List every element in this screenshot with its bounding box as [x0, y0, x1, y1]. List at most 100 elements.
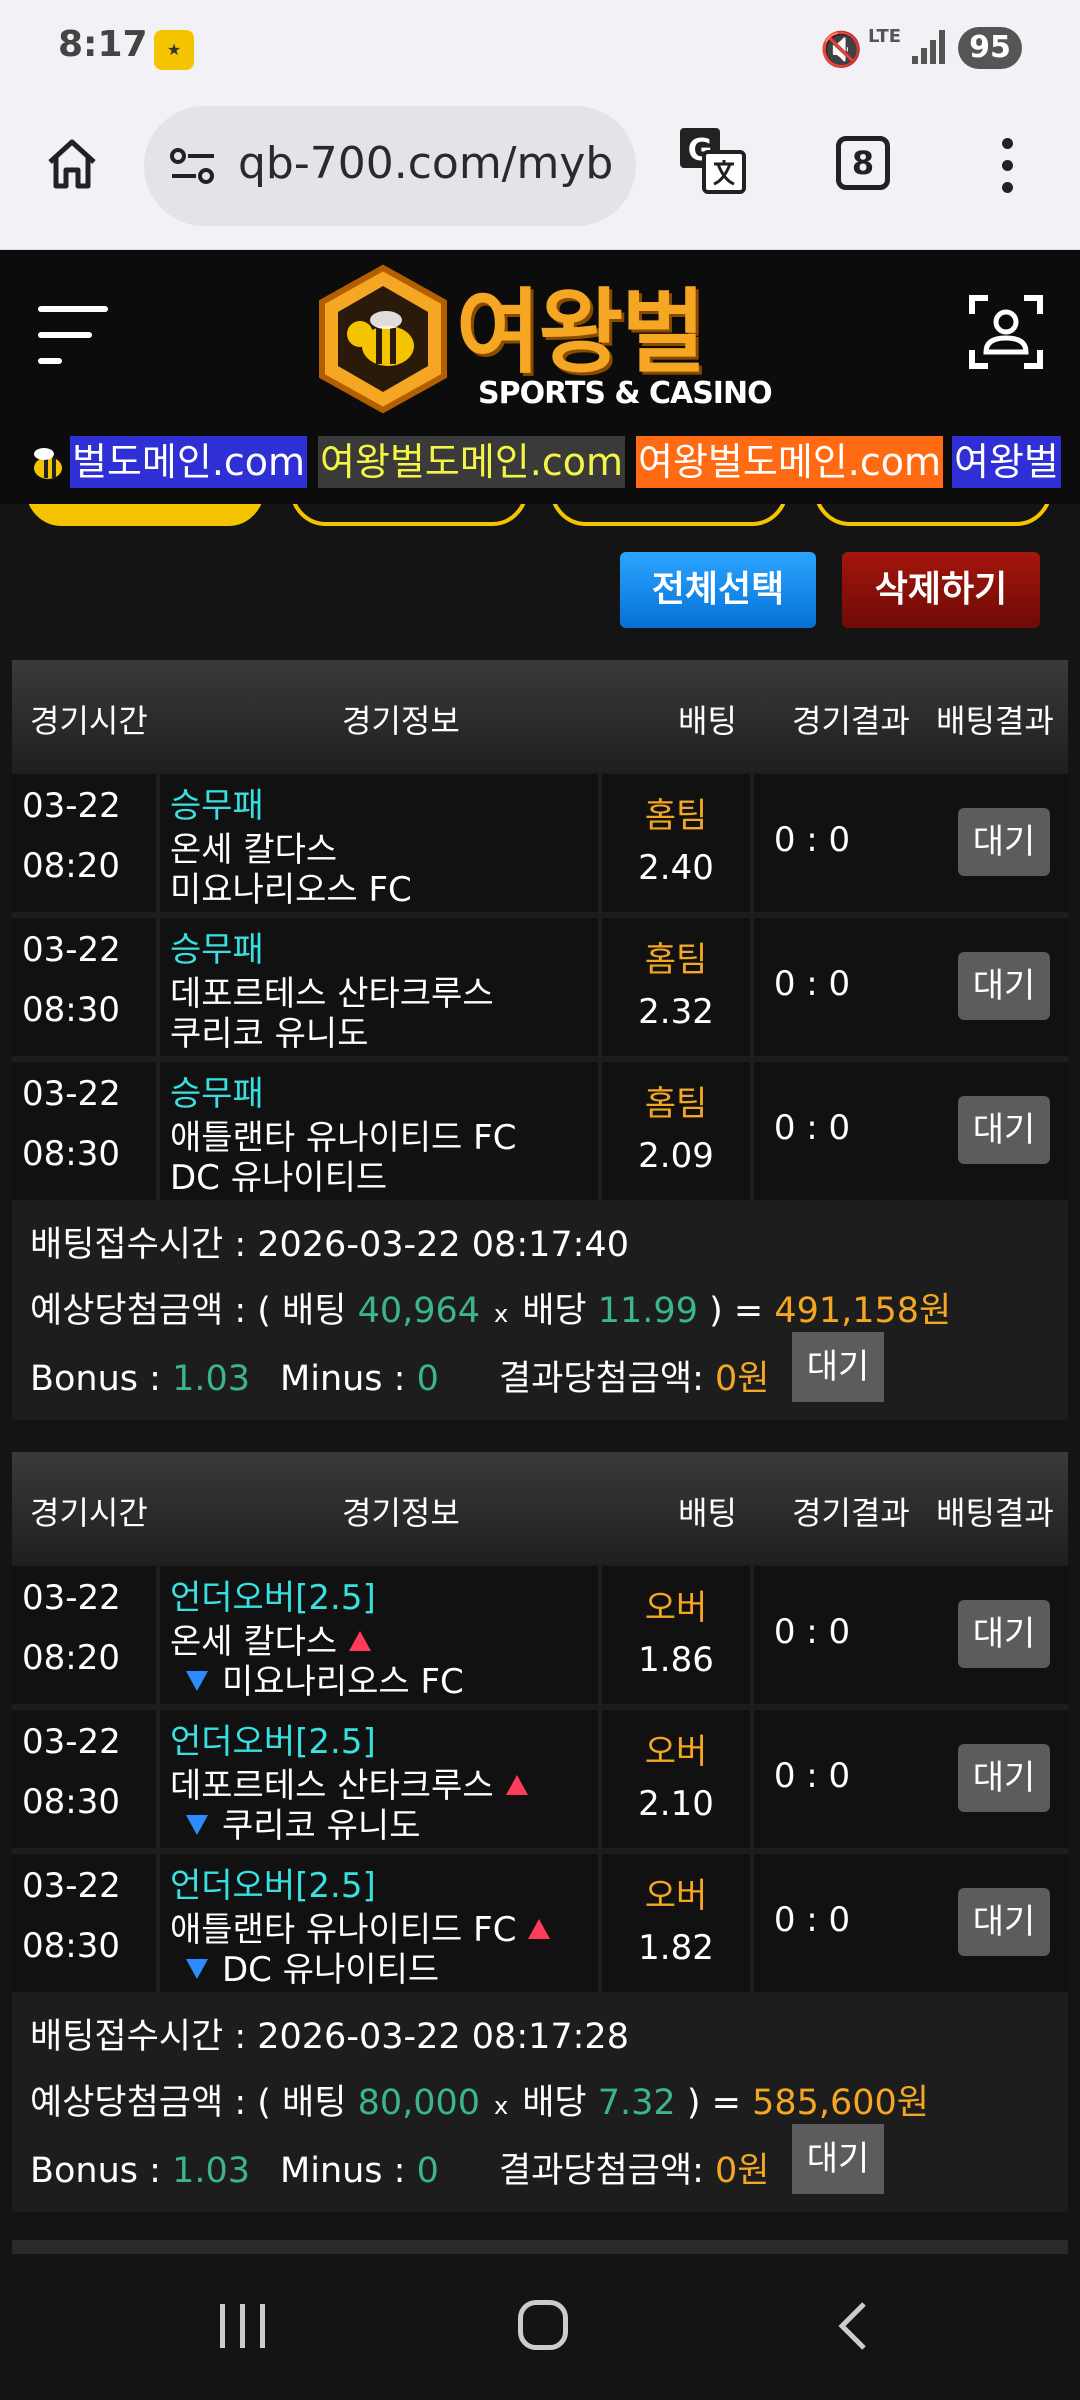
bet-table-header: 경기시간 경기정보 배팅 경기결과 배팅결과	[12, 660, 1068, 772]
away-team-line: 쿠리코 유니도	[160, 1798, 421, 1847]
header-game-result: 경기결과	[792, 702, 910, 740]
away-team: DC 유나이티드	[222, 1950, 440, 1990]
status-time: 8:17	[58, 24, 148, 65]
away-team: 쿠리코 유니도	[170, 1014, 369, 1054]
bet-type: 승무패	[170, 930, 264, 970]
match-date: 03-22	[22, 1074, 121, 1114]
bet-type: 언더오버[2.5]	[170, 1722, 376, 1762]
bonus-line: Bonus : 1.03 Minus : 0 결과당첨금액: 0원	[30, 1359, 770, 1399]
category-tabs	[0, 504, 1080, 528]
bet-summary: 배팅접수시간 : 2026-03-22 08:17:28 예상당첨금액 : ( …	[12, 1994, 1068, 2212]
site-logo[interactable]: 여왕벌 SPORTS & CASINO	[316, 258, 773, 418]
header-bet: 배팅	[678, 1494, 737, 1532]
bet-received-time: 배팅접수시간 : 2026-03-22 08:17:28	[30, 2017, 629, 2057]
header-time: 경기시간	[30, 1494, 148, 1532]
table-row: 03-22 08:30 언더오버[2.5] 데포르테스 산타크루스 쿠리코 유니도 오…	[12, 1710, 1068, 1854]
match-date: 03-22	[22, 930, 121, 970]
over-up-icon	[528, 1919, 551, 1939]
bet-card-2: 경기시간 경기정보 배팅 경기결과 배팅결과 03-22 08:20 언더오버[2…	[12, 1452, 1068, 2212]
bet-odds: 1.86	[638, 1640, 714, 1680]
marquee-item-4[interactable]: 여왕벌	[952, 436, 1061, 488]
home-icon[interactable]	[42, 134, 102, 194]
select-all-button[interactable]: 전체선택	[620, 552, 816, 628]
summary-status-button[interactable]: 대기	[792, 1332, 884, 1402]
translate-icon[interactable]: G	[676, 124, 748, 196]
match-time: 08:20	[22, 1638, 120, 1678]
bonus-line: Bonus : 1.03 Minus : 0 결과당첨금액: 0원	[30, 2151, 770, 2191]
battery-indicator: 95	[958, 27, 1022, 69]
bet-card-1: 경기시간 경기정보 배팅 경기결과 배팅결과 03-22 08:20 승무패 온세 …	[12, 660, 1068, 1420]
under-down-icon	[186, 1671, 208, 1691]
next-bet-card-edge	[12, 2240, 1068, 2254]
match-date: 03-22	[22, 1866, 121, 1906]
bet-summary: 배팅접수시간 : 2026-03-22 08:17:40 예상당첨금액 : ( …	[12, 1202, 1068, 1420]
browser-toolbar: qb-700.com/myb G 8	[0, 98, 1080, 250]
bet-status-button[interactable]: 대기	[958, 808, 1050, 876]
signal-icon	[912, 30, 946, 64]
over-up-icon	[349, 1631, 372, 1651]
bet-type: 언더오버[2.5]	[170, 1578, 376, 1618]
logo-subtitle: SPORTS & CASINO	[478, 376, 773, 411]
lte-label: LTE	[868, 26, 902, 47]
bet-pick: 홈팀	[644, 1084, 708, 1124]
user-profile-icon[interactable]	[968, 294, 1044, 370]
bet-received-time: 배팅접수시간 : 2026-03-22 08:17:40	[30, 1225, 629, 1265]
delete-button[interactable]: 삭제하기	[842, 552, 1040, 628]
tab-3[interactable]	[550, 504, 788, 526]
bet-pick: 오버	[644, 1876, 708, 1916]
tab-2[interactable]	[290, 504, 528, 526]
game-score: 0 : 0	[773, 820, 851, 860]
match-date: 03-22	[22, 786, 121, 826]
bet-type: 승무패	[170, 786, 264, 826]
bet-odds: 2.32	[638, 992, 714, 1032]
marquee-item-2[interactable]: 여왕벌도메인.com	[318, 436, 625, 488]
expected-payout: 예상당첨금액 : ( 배팅 80,000 x 배당 7.32 ) = 585,600…	[30, 2083, 929, 2123]
bee-logo-icon	[319, 264, 447, 414]
bet-status-button[interactable]: 대기	[958, 1888, 1050, 1956]
site-settings-icon[interactable]	[168, 146, 218, 186]
header-time: 경기시간	[30, 702, 148, 740]
game-score: 0 : 0	[773, 1756, 851, 1796]
summary-status-button[interactable]: 대기	[792, 2124, 884, 2194]
bet-odds: 2.10	[638, 1784, 714, 1824]
bet-type: 승무패	[170, 1074, 264, 1114]
bet-pick: 홈팀	[644, 796, 708, 836]
url-bar[interactable]: qb-700.com/myb	[144, 106, 636, 226]
header-info: 경기정보	[342, 702, 460, 740]
game-score: 0 : 0	[773, 964, 851, 1004]
match-time: 08:30	[22, 1926, 120, 1966]
expected-payout: 예상당첨금액 : ( 배팅 40,964 x 배당 11.99 ) = 491,15…	[30, 1291, 952, 1331]
away-team: 미요나리오스 FC	[222, 1662, 464, 1702]
table-row: 03-22 08:30 언더오버[2.5] 애틀랜타 유나이티드 FC DC 유나이티…	[12, 1854, 1068, 1998]
marquee-item-3[interactable]: 여왕벌도메인.com	[636, 436, 943, 488]
bet-type: 언더오버[2.5]	[170, 1866, 376, 1906]
nav-home-icon[interactable]	[518, 2300, 568, 2350]
away-team-line: DC 유나이티드	[160, 1942, 439, 1991]
bet-status-button[interactable]: 대기	[958, 1600, 1050, 1668]
tab-switcher-button[interactable]: 8	[836, 136, 890, 190]
tab-4[interactable]	[814, 504, 1052, 526]
game-score: 0 : 0	[773, 1108, 851, 1148]
more-options-icon[interactable]	[998, 138, 1018, 194]
back-icon[interactable]	[828, 2300, 880, 2352]
away-team: 미요나리오스 FC	[170, 870, 412, 910]
marquee-item-1[interactable]: 벌도메인.com	[70, 436, 308, 488]
header-info: 경기정보	[342, 1494, 460, 1532]
system-nav-bar	[0, 2254, 1080, 2400]
match-time: 08:30	[22, 1782, 120, 1822]
tab-active[interactable]	[26, 504, 264, 526]
under-down-icon	[186, 1959, 208, 1979]
url-text[interactable]: qb-700.com/myb	[238, 138, 618, 189]
match-time: 08:30	[22, 1134, 120, 1174]
table-row: 03-22 08:20 승무패 온세 칼다스 미요나리오스 FC 홈팀 2.40 0 :…	[12, 774, 1068, 918]
bet-odds: 2.09	[638, 1136, 714, 1176]
bet-status-button[interactable]: 대기	[958, 1744, 1050, 1812]
under-down-icon	[186, 1815, 208, 1835]
domain-marquee: 벌도메인.com 여왕벌도메인.com 여왕벌도메인.com 여왕벌	[0, 424, 1080, 504]
hamburger-menu-icon[interactable]	[38, 300, 112, 370]
bet-status-button[interactable]: 대기	[958, 952, 1050, 1020]
recent-apps-icon[interactable]	[218, 2304, 268, 2348]
bet-status-button[interactable]: 대기	[958, 1096, 1050, 1164]
bet-pick: 오버	[644, 1588, 708, 1628]
table-row: 03-22 08:30 승무패 데포르테스 산타크루스 쿠리코 유니도 홈팀 2.32 …	[12, 918, 1068, 1062]
